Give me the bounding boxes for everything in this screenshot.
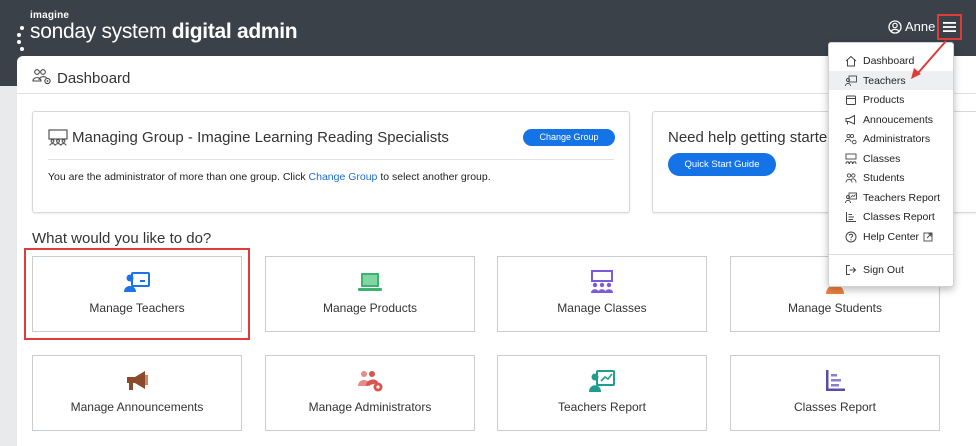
menu-item-label: Classes Report bbox=[863, 210, 935, 223]
quick-start-guide-button[interactable]: Quick Start Guide bbox=[668, 153, 776, 176]
managing-group-card: Managing Group - Imagine Learning Readin… bbox=[32, 111, 630, 213]
message-text-before: You are the administrator of more than o… bbox=[48, 171, 309, 183]
manage-announcements-tile[interactable]: Manage Announcements bbox=[32, 355, 242, 431]
menu-item-classes[interactable]: Classes bbox=[829, 149, 953, 168]
tile-label: Classes Report bbox=[793, 400, 877, 414]
menu-item-dashboard[interactable]: Dashboard bbox=[829, 51, 953, 70]
menu-divider bbox=[829, 254, 953, 255]
classroom-icon bbox=[48, 129, 68, 146]
tile-label: Manage Administrators bbox=[308, 400, 432, 414]
classes-report-tile[interactable]: Classes Report bbox=[730, 355, 940, 431]
bar-report-icon bbox=[846, 211, 856, 222]
menu-item-label: Products bbox=[863, 93, 905, 106]
menu-item-label: Sign Out bbox=[863, 263, 904, 276]
menu-item-label: Help Center bbox=[863, 230, 920, 243]
logo-title: sonday system digital admin bbox=[30, 20, 298, 44]
menu-item-label: Teachers Report bbox=[863, 191, 941, 204]
users-gear-icon bbox=[845, 133, 857, 144]
menu-item-label: Teachers bbox=[863, 74, 906, 87]
page-title: Dashboard bbox=[57, 70, 131, 87]
message-text-after: to select another group. bbox=[377, 171, 491, 183]
menu-item-sign-out[interactable]: Sign Out bbox=[829, 260, 953, 279]
megaphone-icon bbox=[127, 371, 148, 390]
help-title: Need help getting starte bbox=[668, 129, 828, 146]
group-message: You are the administrator of more than o… bbox=[48, 171, 491, 183]
teachers-report-tile[interactable]: Teachers Report bbox=[497, 355, 707, 431]
tile-label: Manage Announcements bbox=[70, 400, 204, 414]
manage-classes-tile[interactable]: Manage Classes bbox=[497, 256, 707, 332]
menu-item-label: Annoucements bbox=[863, 113, 934, 126]
student-icon bbox=[845, 172, 857, 183]
menu-item-classes-report[interactable]: Classes Report bbox=[829, 207, 953, 226]
tile-label: Manage Products bbox=[322, 301, 418, 315]
menu-item-label: Dashboard bbox=[863, 54, 915, 67]
hamburger-menu-icon bbox=[943, 22, 956, 32]
help-circle-icon bbox=[845, 231, 857, 242]
sign-out-icon bbox=[846, 264, 857, 275]
nav-dropdown-menu: Dashboard Teachers Products Annoucements… bbox=[828, 42, 954, 287]
bar-report-icon bbox=[826, 370, 845, 391]
tile-label: Manage Teachers bbox=[89, 301, 185, 315]
managing-group-title: Managing Group - Imagine Learning Readin… bbox=[72, 129, 449, 146]
box-icon bbox=[846, 95, 856, 105]
logo-bold-text: digital admin bbox=[171, 20, 298, 43]
menu-item-products[interactable]: Products bbox=[829, 90, 953, 109]
hamburger-menu-button[interactable] bbox=[937, 14, 962, 40]
divider bbox=[48, 159, 614, 160]
manage-administrators-tile[interactable]: Manage Administrators bbox=[265, 355, 475, 431]
manage-products-tile[interactable]: Manage Products bbox=[265, 256, 475, 332]
change-group-link[interactable]: Change Group bbox=[309, 171, 378, 183]
tile-label: Manage Students bbox=[787, 301, 883, 315]
teacher-board-icon bbox=[845, 75, 857, 86]
menu-item-label: Students bbox=[863, 171, 905, 184]
tile-label: Teachers Report bbox=[557, 400, 647, 414]
user-circle-icon bbox=[888, 19, 902, 34]
teacher-report-icon bbox=[589, 370, 615, 392]
tile-label: Manage Classes bbox=[557, 301, 647, 315]
external-link-icon bbox=[923, 232, 933, 241]
classroom-icon bbox=[591, 270, 613, 293]
logo-light-text: sonday system bbox=[30, 20, 167, 43]
megaphone-icon bbox=[845, 114, 855, 125]
manage-teachers-tile[interactable]: Manage Teachers bbox=[24, 248, 250, 340]
laptop-icon bbox=[358, 273, 382, 291]
logo-mark-icon bbox=[17, 26, 24, 51]
section-heading: What would you like to do? bbox=[32, 230, 212, 247]
teacher-board-icon bbox=[124, 272, 150, 292]
user-name: Anne bbox=[905, 19, 936, 34]
menu-item-label: Classes bbox=[863, 152, 901, 165]
admin-users-gear-icon bbox=[358, 371, 383, 392]
classroom-icon bbox=[845, 153, 857, 164]
menu-item-teachers[interactable]: Teachers bbox=[829, 71, 953, 90]
home-icon bbox=[845, 55, 857, 66]
menu-item-announcements[interactable]: Annoucements bbox=[829, 110, 953, 129]
teacher-report-icon bbox=[845, 192, 857, 203]
menu-item-label: Administrators bbox=[863, 132, 931, 145]
user-menu[interactable]: Anne bbox=[888, 19, 935, 34]
menu-item-students[interactable]: Students bbox=[829, 168, 953, 187]
users-gear-icon bbox=[32, 69, 51, 85]
menu-item-teachers-report[interactable]: Teachers Report bbox=[829, 188, 953, 207]
change-group-button[interactable]: Change Group bbox=[523, 129, 615, 146]
menu-item-administrators[interactable]: Administrators bbox=[829, 129, 953, 148]
menu-item-help-center[interactable]: Help Center bbox=[829, 227, 953, 246]
